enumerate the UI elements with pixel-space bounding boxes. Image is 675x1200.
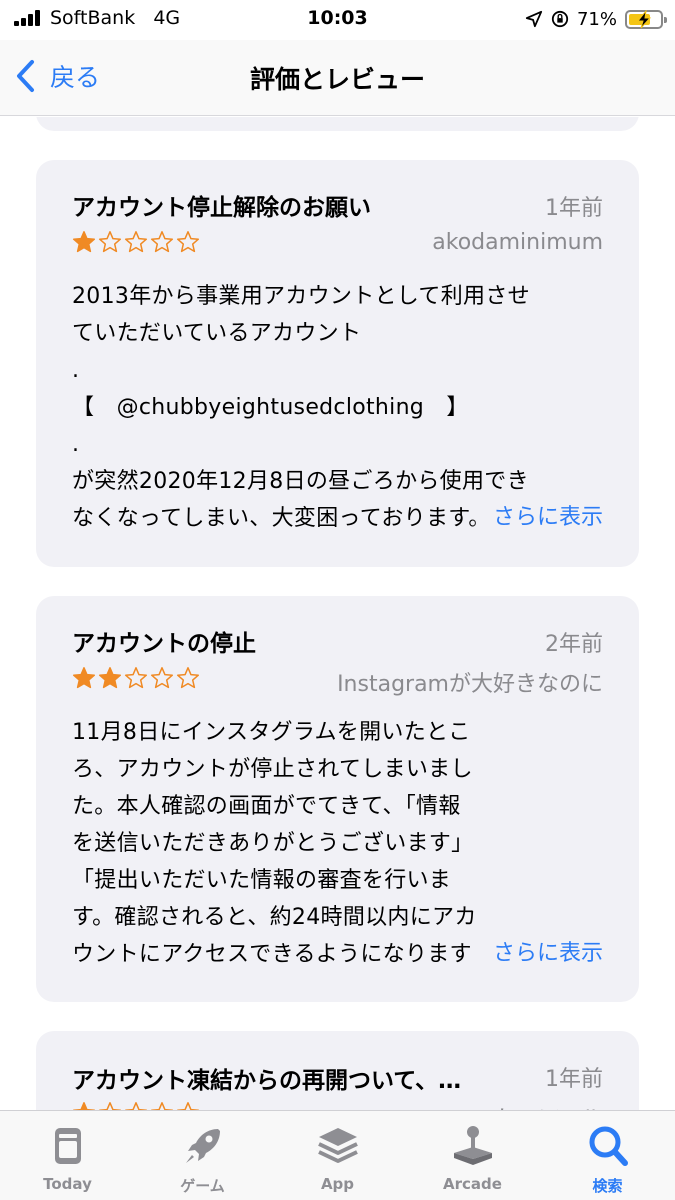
review-title: アカウントの停止 (72, 631, 256, 657)
navigation-bar: 戻る 評価とレビュー (0, 40, 675, 116)
review-body-line: す。確認されると、約24時間以内にアカ (72, 905, 477, 930)
rocket-icon (185, 1129, 220, 1163)
star-empty-icon (124, 231, 148, 253)
star-empty-icon (176, 667, 200, 689)
review-body-line: 2013年から事業用アカウントとして利用させ (72, 284, 530, 309)
star-filled-icon (98, 667, 122, 689)
tab-today[interactable]: Today (0, 1111, 135, 1200)
review-author[interactable]: Instagramが大好きなのに (337, 666, 603, 698)
joystick-icon (453, 1126, 492, 1165)
star-empty-icon (176, 1102, 200, 1110)
star-empty-icon (98, 1102, 122, 1110)
review-card-previous[interactable] (36, 117, 639, 131)
tab-label: ゲーム (180, 1177, 225, 1195)
review-body-line: ていただいているアカウント (72, 321, 362, 346)
app-stack-icon (317, 1128, 358, 1163)
review-body-line: . (72, 432, 80, 457)
tab-bar: Today ゲーム App Arcade 検索 (0, 1110, 675, 1200)
battery-icon (625, 9, 667, 29)
star-empty-icon (176, 231, 200, 253)
review-body-line: 「提出いただいた情報の審査を行いま (72, 868, 452, 893)
review-date: 1年前 (545, 196, 603, 221)
star-empty-icon (150, 1102, 174, 1110)
review-date: 1年前 (545, 1067, 603, 1092)
show-more-link[interactable]: さらに表示 (470, 499, 603, 531)
review-author[interactable]: ケニアール (494, 1101, 603, 1110)
star-empty-icon (98, 231, 122, 253)
location-arrow-icon (525, 10, 543, 28)
review-date: 2年前 (545, 632, 603, 657)
review-author[interactable]: akodaminimum (432, 230, 603, 255)
tab-label: 検索 (592, 1177, 623, 1195)
battery-percent: 71% (576, 8, 617, 30)
star-filled-icon (72, 667, 96, 689)
rotation-lock-icon (551, 10, 569, 28)
tab-apps[interactable]: App (270, 1111, 405, 1200)
tab-search[interactable]: 検索 (540, 1111, 675, 1200)
tab-label: Arcade (443, 1175, 502, 1193)
review-body-line: 【 @chubbyeightusedclothing 】 (72, 395, 469, 420)
star-rating (72, 230, 200, 254)
review-card[interactable]: アカウントの停止 2年前 Instagramが大好きなのに 11月8日にインスタ… (36, 596, 639, 1002)
tab-label: App (320, 1175, 355, 1193)
review-body-line: た。本人確認の画面がでてきて、「情報 (72, 794, 461, 819)
star-filled-icon (72, 231, 96, 253)
review-body-line: . (72, 358, 80, 383)
star-rating (72, 666, 200, 690)
review-body-line: 11月8日にインスタグラムを開いたとこ (72, 720, 471, 745)
review-card[interactable]: アカウント停止解除のお願い 1年前 akodaminimum 2013年から事業… (36, 160, 639, 567)
review-body-line: が突然2020年12月8日の昼ごろから使用でき (72, 469, 529, 494)
star-rating (72, 1101, 200, 1110)
review-body-line: を送信いただきありがとうございます」 (72, 831, 474, 856)
star-empty-icon (124, 667, 148, 689)
tab-label: Today (43, 1175, 92, 1193)
review-card[interactable]: アカウント凍結からの再開ついて、… 1年前 ケニアール (36, 1031, 639, 1110)
tab-arcade[interactable]: Arcade (405, 1111, 540, 1200)
review-title: アカウント停止解除のお願い (72, 195, 371, 221)
review-title: アカウント凍結からの再開ついて、… (72, 1068, 462, 1094)
review-body-line: ろ、アカウントが停止されてしまいまし (72, 757, 473, 782)
reviews-list[interactable]: アカウント停止解除のお願い 1年前 akodaminimum 2013年から事業… (0, 117, 675, 1110)
star-filled-icon (72, 1102, 96, 1110)
show-more-link[interactable]: さらに表示 (470, 935, 603, 967)
status-bar: SoftBank 4G 10:03 71% (0, 0, 675, 40)
page-title: 評価とレビュー (249, 65, 425, 94)
today-icon (54, 1128, 81, 1164)
star-empty-icon (150, 667, 174, 689)
star-empty-icon (150, 231, 174, 253)
star-empty-icon (124, 1102, 148, 1110)
search-icon (589, 1126, 628, 1166)
charging-bolt-icon (636, 9, 652, 28)
tab-games[interactable]: ゲーム (135, 1111, 270, 1200)
